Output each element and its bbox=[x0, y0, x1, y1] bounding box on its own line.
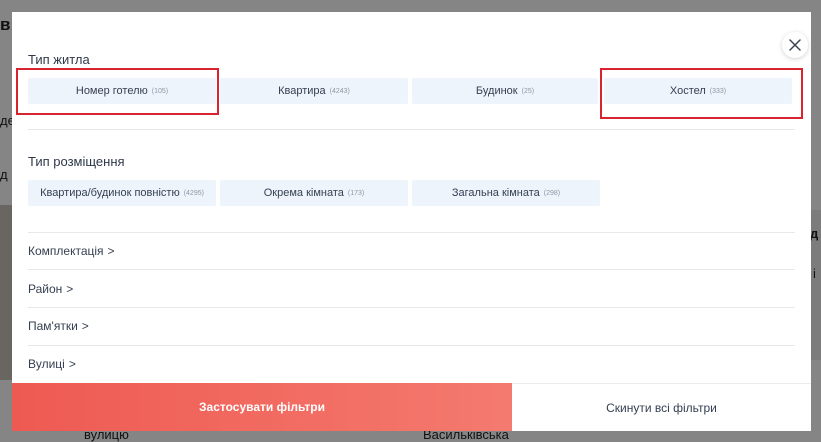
divider bbox=[28, 345, 795, 346]
chip-label: Квартира bbox=[278, 85, 326, 97]
filter-streets[interactable]: Вулиці > bbox=[28, 357, 76, 371]
filter-label: Район bbox=[28, 282, 63, 296]
apply-filters-button[interactable]: Застосувати фільтри bbox=[12, 383, 512, 431]
chip-entire-place[interactable]: Квартира/будинок повністю (4295) bbox=[28, 180, 216, 206]
chip-label: Будинок bbox=[475, 85, 518, 97]
housing-type-title: Тип житла bbox=[28, 52, 90, 67]
filter-district[interactable]: Район > bbox=[28, 282, 73, 296]
chevron-right-icon: > bbox=[68, 357, 76, 371]
filter-amenities[interactable]: Комплектація > bbox=[28, 244, 115, 258]
divider bbox=[28, 269, 795, 270]
chip-count: (298) bbox=[543, 189, 561, 197]
accommodation-type-options: Квартира/будинок повністю (4295) Окрема … bbox=[28, 180, 600, 206]
chip-label: Окрема кімната bbox=[263, 187, 344, 199]
chip-label: Загальна кімната bbox=[451, 187, 540, 199]
close-button[interactable] bbox=[782, 32, 808, 58]
chip-apartment[interactable]: Квартира (4243) bbox=[220, 78, 408, 104]
accommodation-type-title: Тип розміщення bbox=[28, 154, 125, 169]
close-icon bbox=[789, 39, 801, 51]
chip-label: Квартира/будинок повністю bbox=[40, 187, 180, 199]
highlight-box-hostel bbox=[600, 68, 803, 119]
filter-landmarks[interactable]: Пам'ятки > bbox=[28, 319, 89, 333]
chip-count: (173) bbox=[347, 189, 365, 197]
chip-count: (25) bbox=[521, 87, 535, 95]
modal-footer: Застосувати фільтри Скинути всі фільтри bbox=[12, 383, 811, 431]
chip-shared-room[interactable]: Загальна кімната (298) bbox=[412, 180, 600, 206]
filters-modal: Тип житла Номер готелю (105) Квартира (4… bbox=[12, 12, 811, 431]
chip-private-room[interactable]: Окрема кімната (173) bbox=[220, 180, 408, 206]
chevron-right-icon: > bbox=[81, 319, 89, 333]
filter-label: Пам'ятки bbox=[28, 319, 78, 333]
reset-filters-button[interactable]: Скинути всі фільтри bbox=[512, 383, 811, 431]
divider bbox=[28, 232, 795, 233]
chevron-right-icon: > bbox=[66, 282, 74, 296]
highlight-box-hotel-room bbox=[16, 68, 219, 115]
chevron-right-icon: > bbox=[107, 244, 115, 258]
filter-label: Вулиці bbox=[28, 357, 65, 371]
chip-count: (4295) bbox=[183, 189, 204, 197]
filter-label: Комплектація bbox=[28, 244, 104, 258]
divider bbox=[28, 307, 795, 308]
chip-count: (4243) bbox=[329, 87, 350, 95]
chip-house[interactable]: Будинок (25) bbox=[412, 78, 598, 104]
divider bbox=[28, 129, 795, 130]
